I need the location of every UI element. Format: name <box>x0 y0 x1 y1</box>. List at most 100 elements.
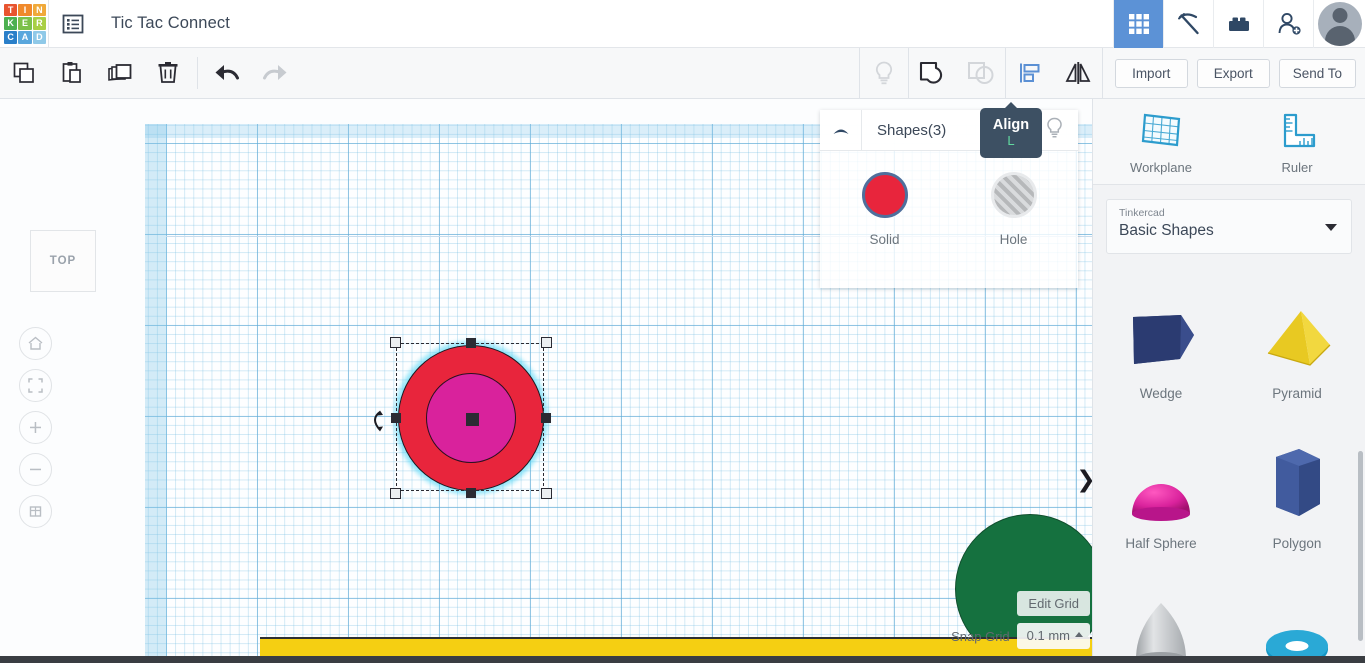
selected-cylinder[interactable] <box>398 345 544 491</box>
duplicate-button[interactable] <box>96 48 144 98</box>
shape-label: Polygon <box>1273 536 1322 551</box>
chevron-up-icon <box>832 125 850 136</box>
redo-button[interactable] <box>251 48 299 98</box>
home-icon <box>27 335 44 352</box>
paste-button[interactable] <box>48 48 96 98</box>
delete-button[interactable] <box>144 48 192 98</box>
scale-handle-s[interactable] <box>466 488 476 498</box>
shape-label: Half Sphere <box>1125 536 1196 551</box>
group-shapes-icon <box>918 59 948 87</box>
copy-button[interactable] <box>0 48 48 98</box>
scale-handle-ne[interactable] <box>541 337 552 348</box>
invite-button[interactable] <box>1263 0 1313 48</box>
tinkercad-logo[interactable]: TINKERCAD <box>2 2 48 46</box>
move-handle-center[interactable] <box>466 413 479 426</box>
scale-handle-nw[interactable] <box>390 337 401 348</box>
shape-item-polygon[interactable]: Polygon <box>1229 418 1365 568</box>
user-avatar-button[interactable] <box>1313 0 1365 48</box>
gallery-grid-button[interactable] <box>1113 0 1163 48</box>
trash-icon <box>155 60 181 86</box>
logo-tile-c: C <box>4 31 17 44</box>
group-button[interactable] <box>909 48 957 98</box>
perspective-toggle-button[interactable] <box>19 495 52 528</box>
workplane-tool[interactable]: Workplane <box>1093 99 1229 184</box>
shape-label: Pyramid <box>1272 386 1322 401</box>
grid-edge-shading-left <box>145 124 167 656</box>
shapes-popup-collapse-button[interactable] <box>820 110 862 151</box>
shape-item-pyramid[interactable]: Pyramid <box>1229 268 1365 418</box>
export-button[interactable]: Export <box>1197 59 1270 88</box>
logo-tile-e: E <box>18 17 31 30</box>
shapes-popup-title: Shapes(3) <box>877 122 946 139</box>
logo-tile-a: A <box>18 31 31 44</box>
scale-handle-n[interactable] <box>466 338 476 348</box>
hole-label: Hole <box>1000 232 1028 247</box>
scale-handle-w[interactable] <box>391 413 401 423</box>
paraboloid-shape-icon <box>1118 585 1204 656</box>
logo-tile-r: R <box>33 17 46 30</box>
edit-grid-button[interactable]: Edit Grid <box>1017 591 1090 616</box>
home-view-button[interactable] <box>19 327 52 360</box>
logo-tile-t: T <box>4 4 17 17</box>
ungroup-button[interactable] <box>957 48 1005 98</box>
workplane-icon <box>1135 109 1187 153</box>
tinkercad-app: TINKERCAD Tic Tac Connect <box>0 0 1365 663</box>
codeblocks-button[interactable] <box>1163 0 1213 48</box>
mirror-button[interactable] <box>1054 48 1102 98</box>
undo-button[interactable] <box>203 48 251 98</box>
send-to-button[interactable]: Send To <box>1279 59 1356 88</box>
shapes-popup-options: Solid Hole <box>820 151 1078 247</box>
add-person-icon <box>1275 10 1303 38</box>
ruler-tool[interactable]: Ruler <box>1229 99 1365 184</box>
pickaxe-icon <box>1175 10 1203 38</box>
scale-handle-se[interactable] <box>541 488 552 499</box>
edit-toolbar: Import Export Send To <box>0 48 1365 99</box>
divider <box>197 57 198 89</box>
plus-icon <box>27 419 44 436</box>
align-button[interactable] <box>1006 48 1054 98</box>
snap-grid-select[interactable]: 0.1 mm <box>1017 623 1090 649</box>
box-perspective-icon <box>27 503 44 520</box>
panel-quick-tools: Workplane Ruler <box>1093 99 1365 185</box>
import-button[interactable]: Import <box>1115 59 1188 88</box>
grid-controls: Edit Grid Snap Grid 0.1 mm <box>951 591 1090 649</box>
fit-frame-icon <box>27 377 44 394</box>
ruler-label: Ruler <box>1281 160 1312 175</box>
top-bar: TINKERCAD Tic Tac Connect <box>0 0 1365 48</box>
collapse-panel-button[interactable]: ❯ <box>1078 461 1092 497</box>
shape-library-select[interactable]: Tinkercad Basic Shapes <box>1106 199 1352 254</box>
shape-item-paraboloid[interactable]: Paraboloid <box>1093 568 1229 656</box>
zoom-out-button[interactable] <box>19 453 52 486</box>
shape-item-torus[interactable]: Torus <box>1229 568 1365 656</box>
view-cube[interactable]: TOP <box>30 230 96 292</box>
workplane-label: Workplane <box>1130 160 1192 175</box>
lightbulb-icon <box>1045 117 1064 139</box>
zoom-in-button[interactable] <box>19 411 52 444</box>
copy-icon <box>11 60 37 86</box>
grid-icon <box>1126 11 1152 37</box>
hole-option[interactable]: Hole <box>949 172 1078 247</box>
fit-view-button[interactable] <box>19 369 52 402</box>
blocks-button[interactable] <box>1213 0 1263 48</box>
align-icon <box>1017 60 1043 86</box>
shape-item-half-sphere[interactable]: Half Sphere <box>1093 418 1229 568</box>
solid-option[interactable]: Solid <box>820 172 949 247</box>
snap-grid-row: Snap Grid 0.1 mm <box>951 623 1090 649</box>
snap-grid-value: 0.1 mm <box>1027 628 1070 643</box>
shapes-library-panel: Workplane Ruler Tinkercad Basic Shapes <box>1092 99 1365 656</box>
rotate-handle[interactable] <box>366 409 386 431</box>
shapes-hint-button[interactable] <box>1045 117 1064 144</box>
scale-handle-sw[interactable] <box>390 488 401 499</box>
logo-tile-i: I <box>18 4 31 17</box>
shape-item-wedge[interactable]: Wedge <box>1093 268 1229 418</box>
document-title[interactable]: Tic Tac Connect <box>111 14 230 33</box>
panel-scrollbar-thumb[interactable] <box>1358 451 1363 641</box>
lightbulb-icon <box>872 60 896 86</box>
list-icon <box>62 13 84 35</box>
hint-button[interactable] <box>860 48 908 98</box>
hint-group <box>859 48 908 99</box>
os-taskbar <box>0 656 1365 663</box>
scale-handle-e[interactable] <box>541 413 551 423</box>
shape-grid: Wedge Pyramid <box>1093 268 1365 656</box>
project-list-button[interactable] <box>49 0 97 48</box>
